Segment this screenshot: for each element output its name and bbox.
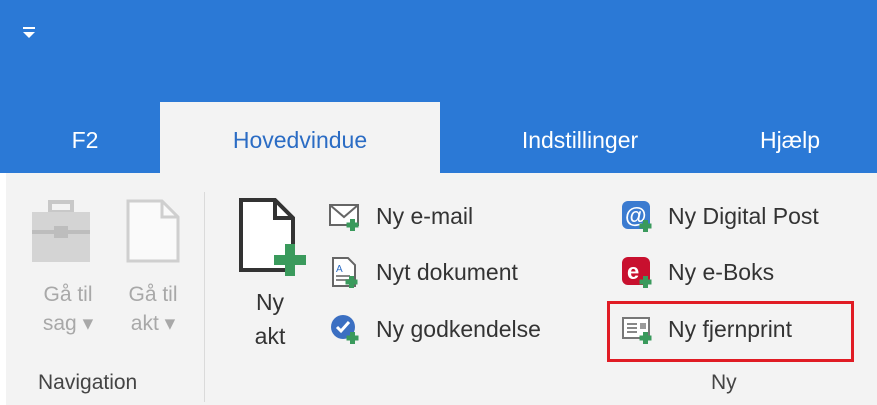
new-akt-line2: akt [254,323,286,349]
email-icon [328,199,362,233]
new-approval-button[interactable]: Ny godkendelse [328,309,541,349]
briefcase-icon[interactable] [30,200,92,266]
eboks-icon: e [620,255,654,289]
goto-akt-line2: akt ▾ [130,312,176,335]
goto-case-line2: sag ▾ [42,312,94,335]
tab-hovedvindue[interactable]: Hovedvindue [160,102,440,173]
new-akt-icon[interactable] [235,196,311,280]
new-eboks-label: Ny e-Boks [668,258,775,285]
new-email-button[interactable]: Ny e-mail [328,196,473,236]
new-akt-line1: Ny [255,289,285,315]
tab-f2[interactable]: F2 [30,102,140,173]
navigation-group-label: Navigation [38,371,138,394]
document-icon[interactable] [124,197,182,265]
document-icon: A [328,255,362,289]
new-digital-post-label: Ny Digital Post [668,202,819,229]
approval-check-icon [328,312,362,346]
goto-case-line1: Gå til [43,283,93,306]
highlight-box [607,301,854,362]
quick-access-dropdown-icon[interactable] [22,26,36,40]
ny-group-label: Ny [711,371,737,394]
new-email-label: Ny e-mail [376,202,474,229]
goto-case-button[interactable]: Gå til sag ▾ [30,280,106,338]
tab-indstillinger[interactable]: Indstillinger [480,102,680,173]
goto-akt-button[interactable]: Gå til akt ▾ [115,280,191,338]
ribbon-edge [0,173,6,405]
new-digital-post-button[interactable]: @ Ny Digital Post [620,196,819,236]
new-document-button[interactable]: A Nyt dokument [328,252,518,292]
svg-text:A: A [336,264,343,275]
digital-post-at-icon: @ [620,199,654,233]
new-eboks-button[interactable]: e Ny e-Boks [620,252,774,292]
new-akt-button[interactable]: Ny akt [232,285,308,353]
group-divider [204,192,205,402]
svg-text:e: e [627,259,639,284]
goto-akt-line1: Gå til [128,283,178,306]
new-document-label: Nyt dokument [376,258,518,285]
new-approval-label: Ny godkendelse [376,315,541,342]
tab-hjaelp[interactable]: Hjælp [730,102,850,173]
